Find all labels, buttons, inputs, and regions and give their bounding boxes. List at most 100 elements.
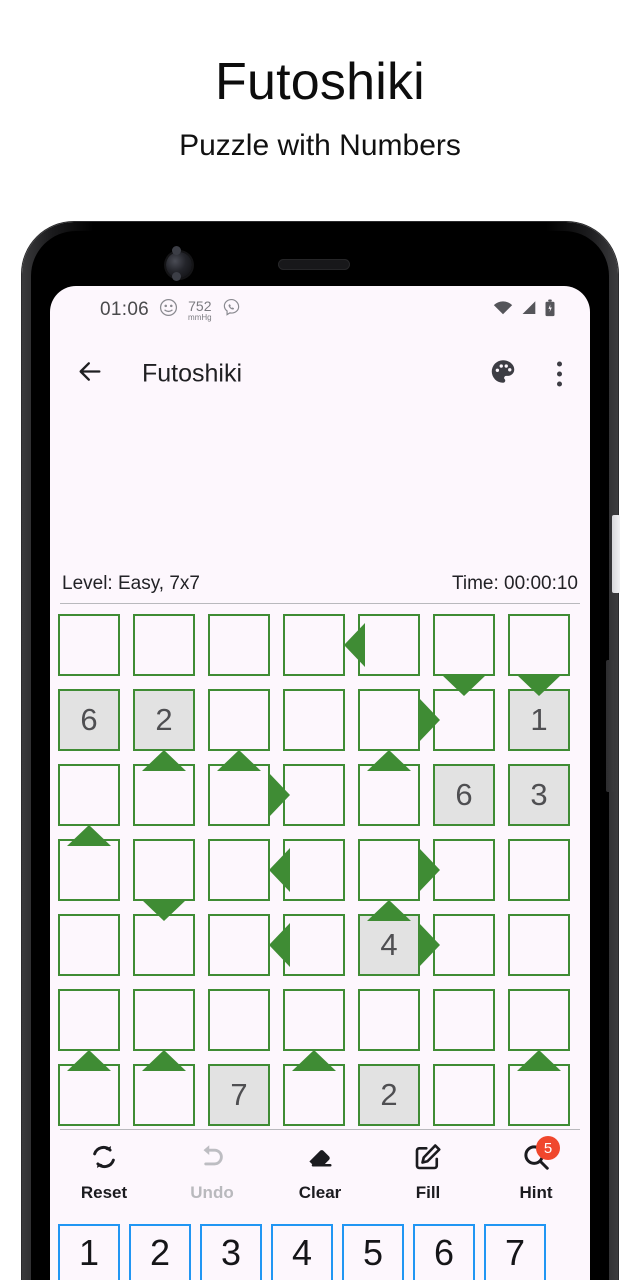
tool-label: Fill <box>415 1183 441 1202</box>
board-cell-r1c3[interactable] <box>208 614 270 676</box>
board-cell-r4c7[interactable] <box>508 839 570 901</box>
info-divider <box>60 603 580 604</box>
board-cell-r6c3[interactable] <box>208 989 270 1051</box>
board-cell-r6c7[interactable] <box>508 989 570 1051</box>
constraint-v-r6c1-up <box>67 1050 111 1071</box>
board-cell-r5c5[interactable]: 4 <box>358 914 420 976</box>
wifi-icon <box>493 300 513 321</box>
status-bar: 01:06 752 mmHg <box>50 286 590 338</box>
numpad-key-1[interactable]: 1 <box>58 1224 120 1280</box>
board-cell-r7c1[interactable] <box>58 1064 120 1126</box>
constraint-v-r4c5-up <box>367 900 411 921</box>
tool-label: Reset <box>80 1183 128 1202</box>
board-cell-r2c5[interactable] <box>358 689 420 751</box>
board-cell-r6c5[interactable] <box>358 989 420 1051</box>
battery-icon <box>544 299 556 322</box>
board-cell-r7c2[interactable] <box>133 1064 195 1126</box>
board-cell-r3c3[interactable] <box>208 764 270 826</box>
board-cell-r6c2[interactable] <box>133 989 195 1051</box>
board-cell-r6c4[interactable] <box>283 989 345 1051</box>
signal-icon <box>520 300 537 321</box>
board-cell-r5c6[interactable] <box>433 914 495 976</box>
board-cell-r3c6[interactable]: 6 <box>433 764 495 826</box>
number-pad: 1234567 <box>58 1224 588 1280</box>
board-cell-r3c5[interactable] <box>358 764 420 826</box>
board-cell-r6c1[interactable] <box>58 989 120 1051</box>
overflow-menu-icon[interactable] <box>557 361 562 387</box>
level-label: Level: Easy, 7x7 <box>62 573 201 594</box>
face-icon <box>159 298 178 322</box>
board-cell-r1c5[interactable] <box>358 614 420 676</box>
board-cell-r4c4[interactable] <box>283 839 345 901</box>
numpad-key-5[interactable]: 5 <box>342 1224 404 1280</box>
board-cell-r2c7[interactable]: 1 <box>508 689 570 751</box>
board-cell-r4c1[interactable] <box>58 839 120 901</box>
futoshiki-board[interactable]: 62163472 <box>58 614 588 1126</box>
tool-reset-button[interactable]: Reset <box>50 1138 158 1216</box>
toolbar-divider <box>60 1129 580 1130</box>
board-cell-r1c6[interactable] <box>433 614 495 676</box>
constraint-v-r1c6-down <box>442 675 486 696</box>
constraint-h-r5c5-right <box>419 923 440 967</box>
palette-icon[interactable] <box>488 357 518 392</box>
board-cell-r7c7[interactable] <box>508 1064 570 1126</box>
undo-icon <box>197 1142 227 1177</box>
pressure-indicator: 752 mmHg <box>188 299 212 322</box>
numpad-key-3[interactable]: 3 <box>200 1224 262 1280</box>
numpad-key-2[interactable]: 2 <box>129 1224 191 1280</box>
board-cell-r7c4[interactable] <box>283 1064 345 1126</box>
tool-fill-button[interactable]: Fill <box>374 1138 482 1216</box>
constraint-v-r6c2-up <box>142 1050 186 1071</box>
board-cell-r3c2[interactable] <box>133 764 195 826</box>
board-cell-r2c1[interactable]: 6 <box>58 689 120 751</box>
menu-dot <box>557 381 562 387</box>
earpiece-speaker <box>278 259 350 270</box>
pressure-value: 752 <box>188 297 212 314</box>
numpad-key-6[interactable]: 6 <box>413 1224 475 1280</box>
board-cell-r5c4[interactable] <box>283 914 345 976</box>
board-cell-r6c6[interactable] <box>433 989 495 1051</box>
promo-title: Futoshiki <box>215 53 425 111</box>
promo-screenshot: Futoshiki Puzzle with Numbers 01:06 752 … <box>0 0 640 1280</box>
board-cell-r1c2[interactable] <box>133 614 195 676</box>
board-cell-r5c2[interactable] <box>133 914 195 976</box>
board-cell-r7c6[interactable] <box>433 1064 495 1126</box>
board-cell-r3c7[interactable]: 3 <box>508 764 570 826</box>
power-button[interactable] <box>612 515 620 593</box>
board-cell-r5c1[interactable] <box>58 914 120 976</box>
constraint-v-r2c2-up <box>142 750 186 771</box>
tool-clear-button[interactable]: Clear <box>266 1138 374 1216</box>
board-cell-r5c7[interactable] <box>508 914 570 976</box>
constraint-v-r6c7-up <box>517 1050 561 1071</box>
numpad-key-7[interactable]: 7 <box>484 1224 546 1280</box>
constraint-v-r4c2-down <box>142 900 186 921</box>
back-button[interactable] <box>76 358 104 391</box>
board-cell-r4c2[interactable] <box>133 839 195 901</box>
tool-undo-button[interactable]: Undo <box>158 1138 266 1216</box>
numpad-key-4[interactable]: 4 <box>271 1224 333 1280</box>
board-cell-r7c5[interactable]: 2 <box>358 1064 420 1126</box>
menu-dot <box>557 371 562 377</box>
board-cell-r2c6[interactable] <box>433 689 495 751</box>
board-cell-r1c4[interactable] <box>283 614 345 676</box>
board-cell-r1c7[interactable] <box>508 614 570 676</box>
board-cell-r2c4[interactable] <box>283 689 345 751</box>
action-toolbar: Reset Undo Clear Fill Hint 5 <box>50 1136 590 1216</box>
board-cell-r3c1[interactable] <box>58 764 120 826</box>
volume-button[interactable] <box>606 660 614 792</box>
tool-hint-button[interactable]: Hint 5 <box>482 1136 590 1216</box>
board-cell-r2c2[interactable]: 2 <box>133 689 195 751</box>
promo-subtitle: Puzzle with Numbers <box>179 129 461 162</box>
refresh-icon <box>89 1142 119 1177</box>
board-cell-r4c3[interactable] <box>208 839 270 901</box>
constraint-h-r3c3-right <box>269 773 290 817</box>
board-cell-r1c1[interactable] <box>58 614 120 676</box>
board-cell-r3c4[interactable] <box>283 764 345 826</box>
board-cell-r5c3[interactable] <box>208 914 270 976</box>
board-cell-r7c3[interactable]: 7 <box>208 1064 270 1126</box>
sensor-dot-icon <box>172 246 181 255</box>
board-cell-r4c6[interactable] <box>433 839 495 901</box>
board-cell-r2c3[interactable] <box>208 689 270 751</box>
constraint-v-r3c1-up <box>67 825 111 846</box>
board-cell-r4c5[interactable] <box>358 839 420 901</box>
